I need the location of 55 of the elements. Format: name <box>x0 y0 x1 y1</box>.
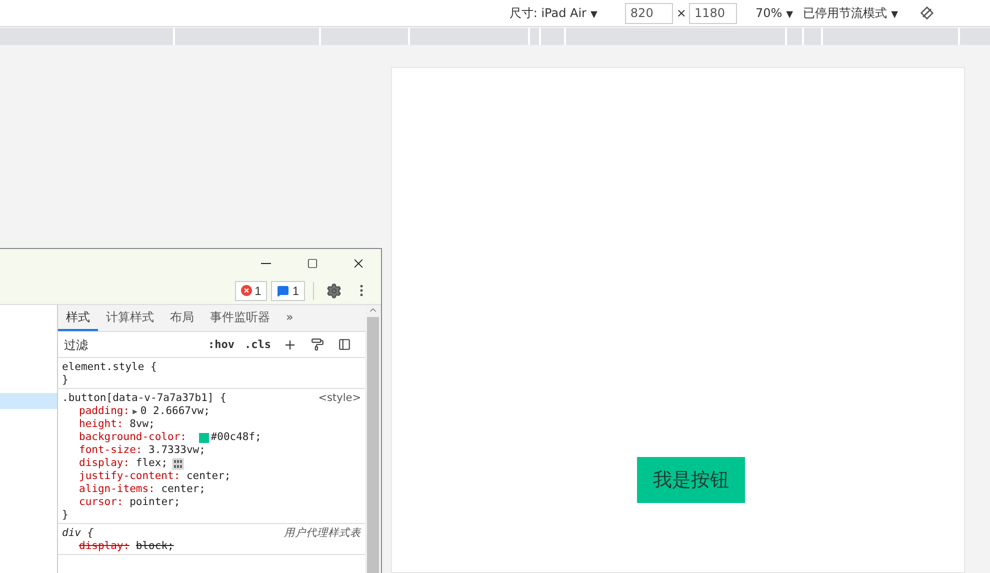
property-name[interactable]: display: <box>79 540 130 553</box>
add-icon[interactable] <box>283 338 297 352</box>
color-swatch[interactable] <box>198 432 209 442</box>
scrollbar[interactable] <box>365 305 381 573</box>
property-value[interactable]: center; <box>186 470 231 483</box>
panel-tab[interactable]: 布局 <box>162 305 202 331</box>
property-name[interactable]: background-color: <box>79 431 186 444</box>
width-field[interactable]: 820 <box>625 2 674 24</box>
message-count[interactable]: 1 <box>271 280 305 300</box>
panel-tab[interactable]: 样式 <box>58 305 98 331</box>
property-value[interactable]: 8vw; <box>130 418 155 431</box>
expand-icon[interactable]: ▶ <box>132 405 138 418</box>
property-value[interactable]: center; <box>161 483 206 496</box>
error-count[interactable]: 1 <box>234 280 268 300</box>
rule-close-brace: } <box>62 374 68 387</box>
property-value[interactable]: pointer; <box>130 496 180 509</box>
property-name[interactable]: display: <box>79 457 130 470</box>
throttling-selector[interactable]: 已停用节流模式 ▼ <box>803 6 898 20</box>
settings-icon[interactable] <box>326 282 342 298</box>
property-name[interactable]: height: <box>79 418 124 431</box>
paint-roller-icon[interactable] <box>311 338 324 351</box>
error-icon <box>240 285 252 296</box>
cls-button[interactable]: .cls <box>242 338 273 351</box>
height-field[interactable]: 1180 <box>689 2 738 24</box>
property-value[interactable]: #00c48f; <box>210 431 262 444</box>
sidebar-toggle-icon[interactable] <box>338 338 351 351</box>
panel-tab[interactable]: 计算样式 <box>98 305 162 331</box>
rule-source[interactable]: 用户代理样式表 <box>284 527 361 540</box>
rule-source[interactable]: <style> <box>318 392 361 405</box>
property-name[interactable]: cursor: <box>79 496 124 509</box>
rule-close-brace: } <box>62 509 68 522</box>
rule-selector: .button[data-v-7a7a37b1] { <box>62 392 226 405</box>
property-name[interactable]: padding: <box>79 405 130 418</box>
rule-selector: div { <box>62 527 94 540</box>
more-tabs-button[interactable]: » <box>278 305 302 331</box>
rule-selector: element.style { <box>62 361 157 374</box>
message-icon <box>277 284 290 296</box>
minimize-icon <box>261 262 271 264</box>
property-value[interactable]: block; <box>136 540 174 553</box>
page-button[interactable]: 我是按钮 <box>637 457 745 503</box>
property-name[interactable]: justify-content: <box>79 470 180 483</box>
flex-editor-icon[interactable] <box>172 458 184 470</box>
selected-node-row[interactable] <box>0 393 57 409</box>
property-value[interactable]: 3.7333vw; <box>148 444 206 457</box>
device-selector[interactable]: 尺寸: iPad Air ▼ <box>509 6 598 20</box>
property-name[interactable]: align-items: <box>79 483 155 496</box>
property-name[interactable]: font-size: <box>79 444 142 457</box>
maximize-icon <box>306 258 318 268</box>
rotate-icon[interactable] <box>920 6 934 20</box>
times-sign: × <box>676 6 686 20</box>
property-value[interactable]: 0 2.6667vw; <box>140 405 210 418</box>
property-value[interactable]: flex; <box>136 457 168 470</box>
hov-button[interactable]: :hov <box>206 338 236 351</box>
zoom-selector[interactable]: 70% ▼ <box>755 6 794 20</box>
panel-tab[interactable]: 事件监听器 <box>202 305 278 331</box>
